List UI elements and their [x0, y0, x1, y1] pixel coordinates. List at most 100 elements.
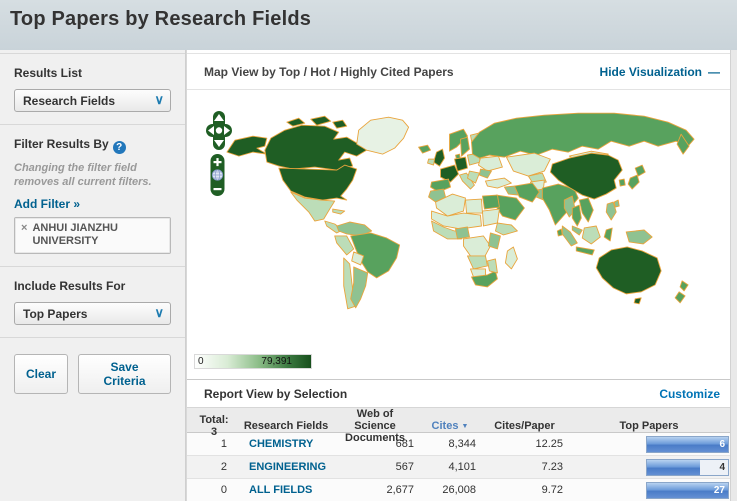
country-ukraine[interactable] [478, 155, 503, 172]
add-filter-link[interactable]: Add Filter » [14, 197, 80, 211]
country-japan-south[interactable] [627, 174, 640, 190]
cites-per-paper-value: 7.23 [541, 461, 563, 473]
include-results-section: Include Results For Top Papers ∨ [0, 267, 185, 339]
column-cites-per-paper[interactable]: Cites/Paper [481, 420, 568, 432]
country-thailand[interactable] [571, 204, 582, 227]
world-choropleth-map[interactable] [187, 92, 731, 354]
country-new-zealand-south[interactable] [674, 291, 686, 304]
sidebar: Results List Research Fields ∨ Filter Re… [0, 50, 186, 501]
table-row: 0 ALL FIELDS 2,677 26,008 9.72 27 [187, 479, 730, 501]
country-java[interactable] [575, 246, 595, 256]
country-iceland[interactable] [418, 144, 432, 154]
country-canada-island[interactable] [310, 115, 332, 126]
country-russia[interactable] [471, 112, 695, 159]
country-australia[interactable] [595, 246, 662, 295]
report-title: Report View by Selection [204, 386, 348, 401]
country-nigeria[interactable] [455, 226, 470, 240]
cites-per-paper-value: 12.25 [535, 438, 563, 450]
country-peru[interactable] [334, 235, 355, 256]
include-results-label: Include Results For [14, 279, 126, 294]
zoom-out-icon [213, 188, 222, 191]
country-sweden[interactable] [460, 136, 470, 157]
field-link[interactable]: ALL FIELDS [241, 484, 331, 496]
legend-max: 79,391 [261, 356, 292, 367]
page-scrollbar[interactable] [730, 50, 737, 501]
minus-icon: — [708, 64, 720, 79]
column-cites-sorted[interactable]: Cites ▼ [419, 420, 481, 432]
country-canada[interactable] [264, 124, 368, 171]
filter-label: Filter Results By? [14, 137, 171, 154]
country-borneo[interactable] [581, 225, 601, 245]
map-pan-control[interactable] [203, 111, 235, 151]
hide-visualization-link[interactable]: Hide Visualization — [600, 65, 720, 79]
map-title: Map View by Top / Hot / Highly Cited Pap… [204, 64, 454, 79]
save-criteria-button[interactable]: Save Criteria [78, 354, 171, 395]
filter-section: Filter Results By? Changing the filter f… [0, 125, 185, 268]
country-new-zealand-north[interactable] [679, 280, 689, 292]
country-cuba[interactable] [332, 208, 346, 215]
customize-link[interactable]: Customize [659, 387, 720, 401]
cites-per-paper-value: 9.72 [541, 484, 563, 496]
country-tasmania[interactable] [633, 297, 642, 305]
cites-value: 8,344 [448, 438, 476, 450]
country-canada-island[interactable] [332, 119, 348, 129]
country-new-guinea[interactable] [625, 229, 653, 245]
help-icon[interactable]: ? [112, 141, 126, 154]
country-greenland[interactable] [356, 116, 410, 155]
country-malaysia[interactable] [571, 225, 583, 236]
country-japan-north[interactable] [634, 164, 646, 177]
table-header-row: Total: 3 Research Fields Web of Science Do… [187, 407, 730, 444]
top-papers-bar: 4 [646, 458, 729, 476]
map-zoom-control[interactable] [209, 154, 226, 197]
country-kazakhstan[interactable] [505, 152, 551, 177]
country-france[interactable] [440, 164, 459, 183]
chevron-down-icon: ∨ [154, 92, 164, 107]
top-papers-bar: 27 [646, 481, 729, 499]
country-taiwan[interactable] [613, 199, 620, 208]
country-romania[interactable] [479, 168, 492, 179]
clear-button[interactable]: Clear [14, 354, 69, 395]
chevron-down-icon: ∨ [154, 305, 164, 321]
country-sri-lanka[interactable] [556, 228, 563, 237]
map-legend-gradient: 0 79,391 [194, 354, 312, 369]
include-results-value: Top Papers [23, 306, 88, 321]
country-south-korea[interactable] [618, 178, 626, 187]
map-panel-header: Map View by Top / Hot / Highly Cited Pap… [187, 53, 730, 90]
column-top-papers[interactable]: Top Papers [568, 420, 730, 432]
column-research-fields[interactable]: Research Fields [241, 420, 331, 432]
country-horn-of-africa[interactable] [494, 222, 518, 236]
active-filter-text: ANHUI JIANZHU UNIVERSITY [32, 221, 118, 248]
top-papers-bar: 6 [646, 435, 729, 453]
results-list-dropdown[interactable]: Research Fields ∨ [14, 89, 171, 112]
country-uk[interactable] [433, 148, 445, 167]
legend-min: 0 [198, 356, 204, 367]
cites-value: 26,008 [442, 484, 476, 496]
docs-value: 567 [395, 461, 414, 473]
row-rank: 1 [220, 438, 227, 450]
country-argentina[interactable] [350, 266, 369, 309]
docs-value: 681 [395, 438, 414, 450]
total-count: Total: 3 [199, 414, 229, 439]
globe-icon [211, 169, 224, 181]
country-madagascar[interactable] [504, 246, 518, 270]
field-link[interactable]: CHEMISTRY [241, 438, 331, 450]
map-visualization: 0 79,391 [187, 90, 730, 379]
country-egypt[interactable] [482, 194, 500, 210]
country-usa[interactable] [278, 164, 358, 201]
sidebar-buttons: Clear Save Criteria [0, 338, 185, 410]
report-panel-header: Report View by Selection Customize [187, 379, 730, 407]
close-icon[interactable]: × [21, 222, 27, 250]
table-row: 2 ENGINEERING 567 4,101 7.23 4 [187, 456, 730, 479]
active-filter-tag[interactable]: × ANHUI JIANZHU UNIVERSITY [14, 216, 171, 255]
field-link[interactable]: ENGINEERING [241, 461, 331, 473]
country-sulawesi[interactable] [603, 227, 613, 242]
country-ireland[interactable] [427, 158, 435, 166]
results-list-value: Research Fields [23, 93, 116, 108]
country-libya[interactable] [465, 198, 483, 214]
docs-value: 2,677 [386, 484, 414, 496]
country-angola[interactable] [467, 255, 488, 270]
include-results-dropdown[interactable]: Top Papers ∨ [14, 302, 171, 326]
cites-value: 4,101 [448, 461, 476, 473]
country-mozambique[interactable] [486, 258, 498, 274]
country-kenya[interactable] [487, 232, 501, 250]
